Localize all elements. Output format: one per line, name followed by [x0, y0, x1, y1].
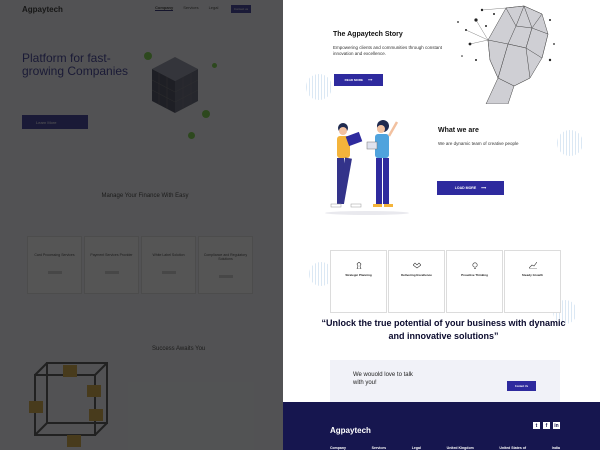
left-card[interactable]: Payment Services Provider — [84, 236, 139, 294]
blocks-illustration — [29, 362, 108, 447]
service-card-delivering-excellence[interactable]: Delivering Excellence — [388, 250, 445, 313]
arrow-right-icon: ⟶ — [481, 186, 487, 190]
load-more-label: LOAD MORE — [454, 186, 477, 190]
left-card[interactable]: Compliance and Regulatory Solutions — [198, 236, 253, 294]
green-dot — [202, 110, 210, 118]
left-hero-title: Platform for fast-growing Companies — [22, 51, 129, 78]
what-we-are-lead: We are dynamic team of creative people — [438, 141, 519, 146]
footer-logo[interactable]: Agpaytech — [330, 426, 371, 435]
left-menu: Company Services Legal — [155, 5, 218, 11]
story-section: The Agpaytech Story Empowering clients a… — [283, 0, 600, 105]
facebook-icon[interactable]: f — [543, 422, 550, 429]
service-card-proactive-thinking[interactable]: Proactive Thinking — [446, 250, 503, 313]
decorative-circle — [306, 74, 332, 100]
left-card-title: Card Processing Services — [34, 253, 75, 257]
services-cards: Strategic Planning Delivering Excellence… — [330, 250, 561, 313]
bulb-icon — [471, 262, 478, 269]
team-illustration — [325, 120, 409, 215]
left-nav-services[interactable]: Services — [183, 5, 198, 11]
contact-us-button[interactable]: Contact Us — [507, 381, 536, 391]
read-more-label: READ MORE — [344, 78, 364, 82]
left-section3-title: Success Awaits You — [152, 346, 206, 352]
left-card-link[interactable] — [104, 271, 119, 274]
footer-col-us[interactable]: United States of — [499, 446, 526, 450]
what-we-are-title: What we are — [438, 127, 479, 134]
left-section2-title: Manage Your Finance With Easy — [101, 193, 189, 199]
left-card-link[interactable] — [218, 275, 233, 278]
footer-col-uk[interactable]: United Kingdom — [447, 446, 474, 450]
raised-fist-illustration — [457, 5, 555, 104]
load-more-button[interactable]: LOAD MORE ⟶ — [437, 181, 504, 195]
left-nav-company[interactable]: Company — [155, 5, 174, 11]
green-dot — [212, 63, 217, 68]
service-card-title: Delivering Excellence — [401, 273, 432, 277]
service-card-title: Strategic Planning — [345, 273, 372, 277]
handshake-icon — [412, 262, 421, 269]
left-card-link[interactable] — [161, 271, 176, 274]
what-we-are-section: What we are We are dynamic team of creat… — [283, 110, 600, 220]
footer-col-legal[interactable]: Legal — [412, 446, 421, 450]
left-card-title: White Label Solution — [152, 253, 185, 257]
left-contact-button[interactable]: Contact us — [231, 5, 251, 13]
service-card-steady-growth[interactable]: Steady Growth — [504, 250, 561, 313]
decorative-circle — [557, 130, 583, 156]
cube-illustration — [151, 57, 199, 113]
green-dot — [188, 132, 195, 139]
service-card-title: Proactive Thinking — [461, 273, 488, 277]
left-card-title: Compliance and Regulatory Solutions — [203, 253, 248, 261]
footer-social: t f in — [533, 422, 560, 429]
left-hero-button[interactable]: Learn More — [22, 115, 88, 129]
story-read-more-button[interactable]: READ MORE ⟶ — [334, 74, 383, 86]
left-panel-overview: Agpaytech Company Services Legal Contact… — [0, 0, 283, 450]
contact-banner-title: We wouold love to talk with you! — [353, 372, 413, 386]
left-cards: Card Processing Services Payment Service… — [27, 236, 253, 294]
footer-col-india[interactable]: India — [552, 446, 560, 450]
left-card-title: Payment Services Provider — [90, 253, 133, 257]
footer: Agpaytech t f in Company Services Legal … — [283, 402, 600, 450]
footer-columns: Company Services Legal United Kingdom Un… — [330, 446, 560, 450]
left-logo[interactable]: Agpaytech — [22, 5, 63, 14]
story-title: The Agpaytech Story — [333, 31, 403, 38]
left-card[interactable]: Card Processing Services — [27, 236, 82, 294]
left-nav-legal[interactable]: Legal — [209, 5, 219, 11]
footer-col-company[interactable]: Company — [330, 446, 346, 450]
green-dot — [144, 52, 152, 60]
story-lead: Empowering clients and communities throu… — [333, 45, 443, 56]
service-card-title: Steady Growth — [521, 273, 544, 277]
growth-chart-icon — [528, 262, 537, 269]
quote-text: “Unlock the true potential of your busin… — [321, 318, 566, 341]
service-card-strategic-planning[interactable]: Strategic Planning — [330, 250, 387, 313]
right-panel-detail: The Agpaytech Story Empowering clients a… — [283, 0, 600, 450]
chess-icon — [356, 262, 361, 269]
arrow-right-icon: ⟶ — [368, 78, 373, 82]
left-card-link[interactable] — [47, 271, 62, 274]
twitter-icon[interactable]: t — [533, 422, 540, 429]
linkedin-icon[interactable]: in — [553, 422, 560, 429]
footer-col-services[interactable]: Services — [372, 446, 386, 450]
left-card[interactable]: White Label Solution — [141, 236, 196, 294]
